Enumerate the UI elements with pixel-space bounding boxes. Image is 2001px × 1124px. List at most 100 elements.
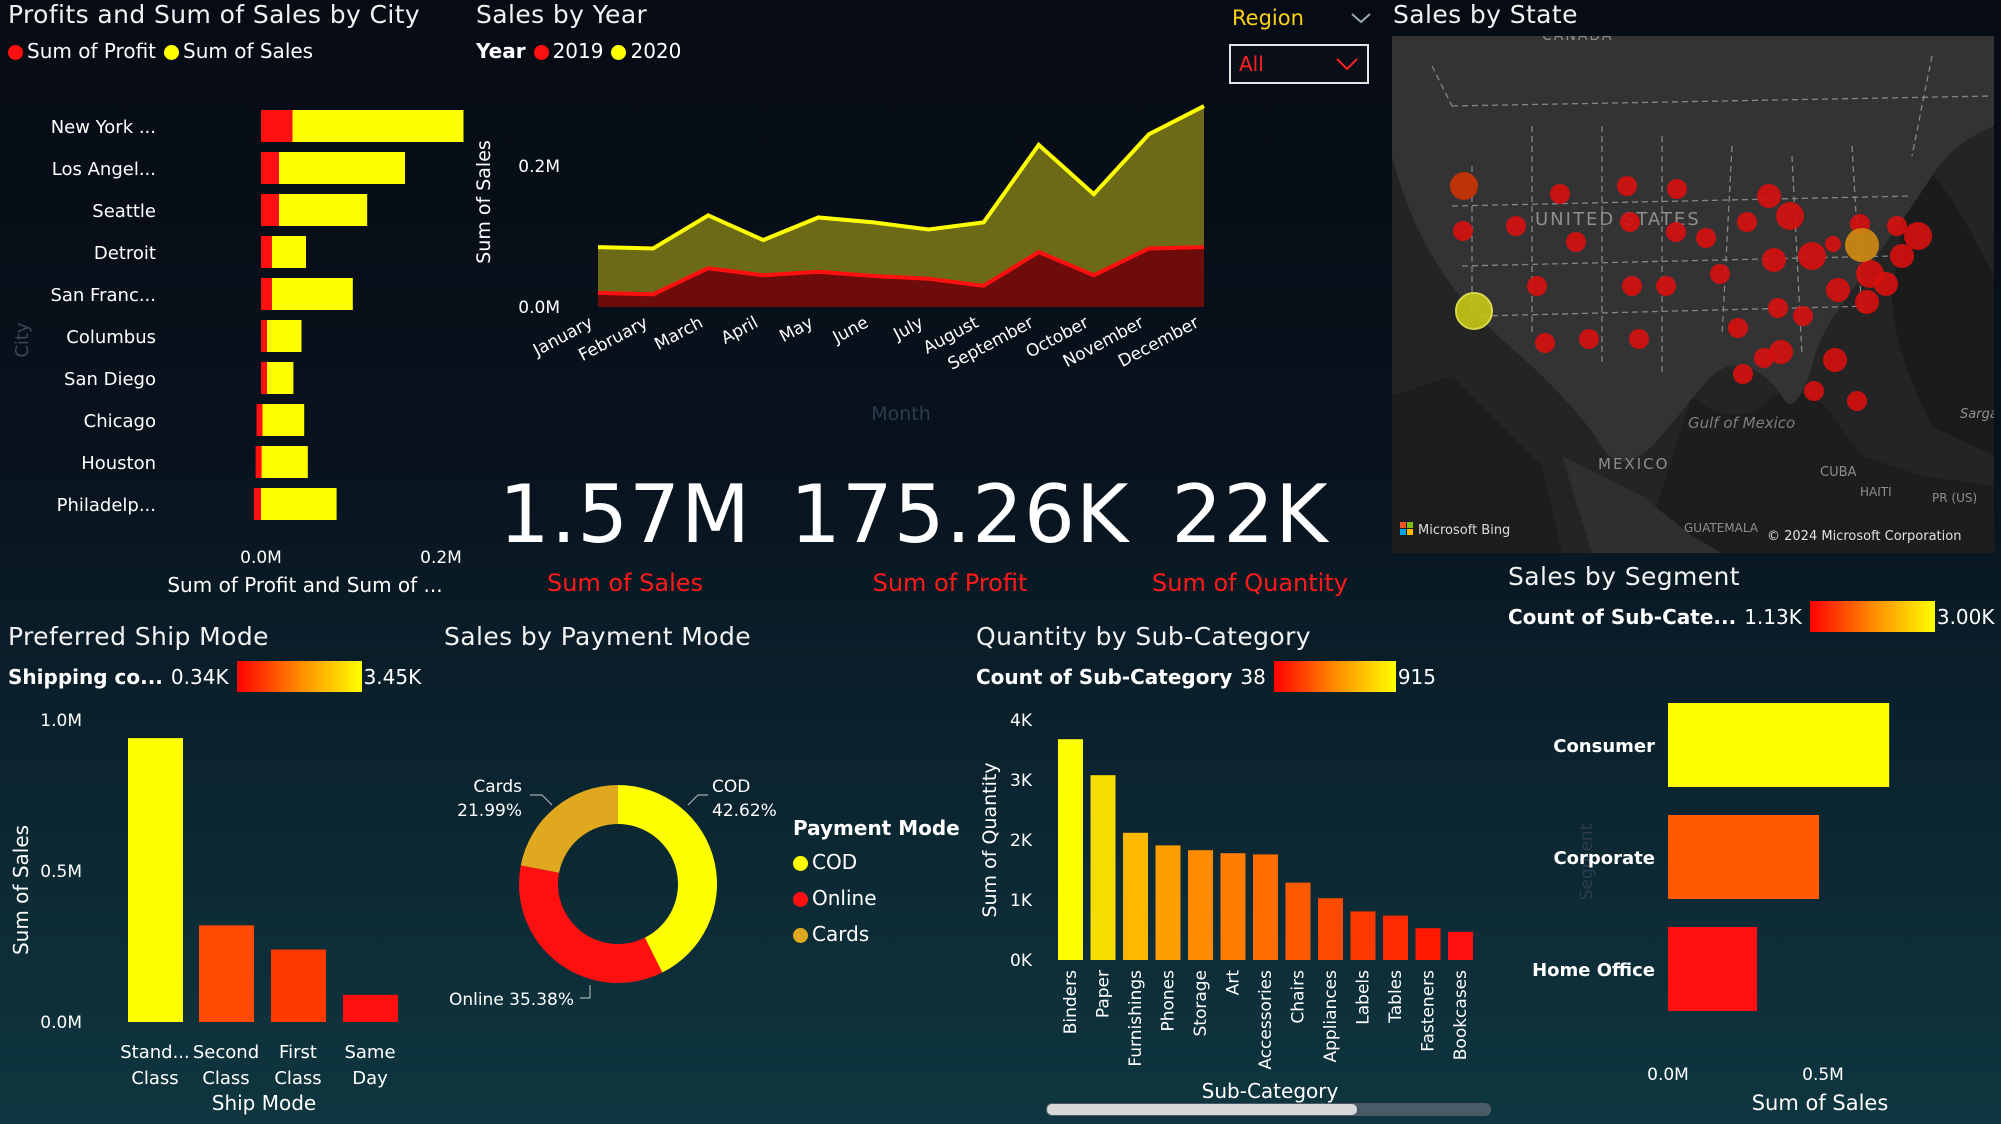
subcat-y-tick: 2K xyxy=(1010,831,1033,851)
donut-slice-online xyxy=(519,865,663,983)
state-bubble xyxy=(1798,242,1826,270)
state-bubble xyxy=(1453,221,1473,241)
city-sales-bar xyxy=(265,320,302,352)
year-x-axis-label: Month xyxy=(871,403,931,425)
subcategory-bar-chart[interactable]: Sum of Quantity 4K 3K 2K 1K 0K Binders Paper Fur… xyxy=(970,700,1500,1124)
subcat-bar xyxy=(1155,845,1181,960)
state-bubble xyxy=(1887,216,1907,236)
city-legend: Sum of Profit Sum of Sales xyxy=(8,39,468,63)
year-x-tick: May xyxy=(776,313,816,347)
city-profit-bar xyxy=(261,278,272,310)
kpi-sales-label: Sum of Sales xyxy=(546,569,704,597)
subcat-y-tick: 4K xyxy=(1010,711,1033,731)
year-panel: Sales by Year Year 2019 2020 xyxy=(476,0,1076,63)
cards-dot-icon xyxy=(793,928,808,943)
state-bubble xyxy=(1527,276,1547,296)
kpi-profit-card: 175.26K Sum of Profit xyxy=(790,468,1130,597)
city-profit-bar xyxy=(255,446,262,478)
ship-gradient-bar xyxy=(236,661,362,692)
map-label-pr: PR (US) xyxy=(1932,491,1977,505)
city-sales-bar xyxy=(279,194,368,226)
ship-legend-min: 0.34K xyxy=(170,664,229,689)
state-bubble xyxy=(1579,329,1599,349)
legend-sales[interactable]: Sum of Sales xyxy=(164,39,313,63)
payment-legend-title: Payment Mode xyxy=(793,816,960,840)
ship-bar xyxy=(271,949,326,1022)
segment-bar-chart[interactable]: SegmentConsumerCorporateHome Office0.0M 0… xyxy=(1500,680,2000,1124)
legend-profit[interactable]: Sum of Profit xyxy=(8,39,156,63)
ship-x-axis-label: Ship Mode xyxy=(212,1091,316,1115)
subcat-legend-title: Count of Sub-Category xyxy=(976,664,1233,689)
segment-tick-label: Home Office xyxy=(1532,960,1655,981)
ship-legend-max: 3.45K xyxy=(363,664,422,689)
subcat-bar xyxy=(1350,911,1376,960)
payment-panel-title: Sales by Payment Mode xyxy=(444,622,752,651)
profit-dot-icon xyxy=(8,45,23,60)
state-bubble xyxy=(1622,276,1642,296)
segment-legend-max: 3.00K xyxy=(1936,604,1995,629)
city-profit-bar xyxy=(253,488,261,520)
online-data-label: Online 35.38% xyxy=(449,990,574,1010)
subcat-x-tick: Fasteners xyxy=(1419,970,1439,1052)
subcat-bar xyxy=(1448,931,1473,960)
legend-cards[interactable]: Cards xyxy=(793,922,960,946)
subcat-x-axis-label: Sub-Category xyxy=(1202,1079,1339,1103)
ship-mode-bar-chart[interactable]: Sum of Sales 1.0M 0.5M 0.0M Stand... Class Sec… xyxy=(0,700,430,1120)
sales-by-state-map[interactable]: CANADA UNITED STATES MEXICO Gulf of Mexi… xyxy=(1392,36,1994,553)
year-y-axis-label: Sum of Sales xyxy=(473,140,495,264)
region-dropdown[interactable]: All xyxy=(1229,44,1369,84)
subcat-x-tick: Phones xyxy=(1159,970,1179,1032)
donut-slice-cards xyxy=(520,785,618,873)
segment-panel-title: Sales by Segment xyxy=(1508,562,1740,591)
year-x-tick: March xyxy=(651,313,706,355)
year-x-tick: June xyxy=(829,313,872,349)
city-profit-bar xyxy=(256,404,263,436)
region-selected: All xyxy=(1239,52,1264,76)
region-filter: Region xyxy=(1232,6,1372,30)
kpi-profit-value: 175.26K xyxy=(790,468,1130,561)
subcat-y-tick: 0K xyxy=(1010,951,1033,971)
ship-x-tick-line1: Stand... xyxy=(120,1042,190,1063)
state-panel-title: Sales by State xyxy=(1393,0,1578,29)
city-sales-bar xyxy=(271,236,306,268)
state-bubble xyxy=(1762,248,1786,272)
city-x-tick: 0.2M xyxy=(420,548,462,568)
city-x-tick: 0.0M xyxy=(240,548,282,568)
subcat-bar xyxy=(1415,928,1441,960)
subcat-x-tick: Binders xyxy=(1061,970,1081,1034)
legend-cod[interactable]: COD xyxy=(793,850,960,874)
subcat-panel: Quantity by Sub-Category Count of Sub-Ca… xyxy=(976,622,1436,692)
kpi-quantity-card: 22K Sum of Quantity xyxy=(1135,468,1365,597)
state-bubble xyxy=(1629,329,1649,349)
city-bar-chart[interactable]: City New York ... Los Angel... Seattle Detro… xyxy=(0,90,470,600)
map-label-mexico: MEXICO xyxy=(1598,455,1669,473)
year-area-chart[interactable]: Sum of Sales0.0M0.2MJanuaryFebruary March… xyxy=(470,100,1210,430)
legend-2019[interactable]: 2019 xyxy=(533,39,603,63)
year-legend: Year 2019 2020 xyxy=(476,39,1076,63)
city-tick-label: New York ... xyxy=(51,117,156,138)
city-tick-label: San Franc... xyxy=(50,285,156,306)
city-profit-bar xyxy=(261,362,267,394)
payment-legend: Payment Mode COD Online Cards xyxy=(793,816,960,946)
legend-online[interactable]: Online xyxy=(793,886,960,910)
city-y-axis-label: City xyxy=(12,322,33,358)
map-label-cuba: CUBA xyxy=(1820,465,1857,480)
ship-y-tick: 0.5M xyxy=(40,862,82,882)
city-sales-bar xyxy=(261,446,308,478)
state-bubble xyxy=(1733,364,1753,384)
subcat-bar xyxy=(1090,775,1116,960)
ship-x-tick-line2: Day xyxy=(352,1068,388,1089)
subcat-x-tick: Accessories xyxy=(1256,970,1276,1070)
city-tick-label: Detroit xyxy=(94,243,156,264)
segment-panel: Sales by Segment Count of Sub-Cate... 1.… xyxy=(1508,562,1998,632)
state-bubble xyxy=(1737,212,1757,232)
segment-legend-title: Count of Sub-Cate... xyxy=(1508,604,1737,629)
region-label: Region xyxy=(1232,6,1304,30)
legend-2020[interactable]: 2020 xyxy=(611,39,681,63)
city-profit-bar xyxy=(261,110,293,142)
year-legend-title: Year xyxy=(476,39,526,63)
subcat-x-tick: Appliances xyxy=(1321,970,1341,1063)
subcat-x-tick: Tables xyxy=(1386,970,1406,1024)
year-2020-dot-icon xyxy=(611,45,627,60)
chevron-down-icon[interactable] xyxy=(1350,11,1372,25)
